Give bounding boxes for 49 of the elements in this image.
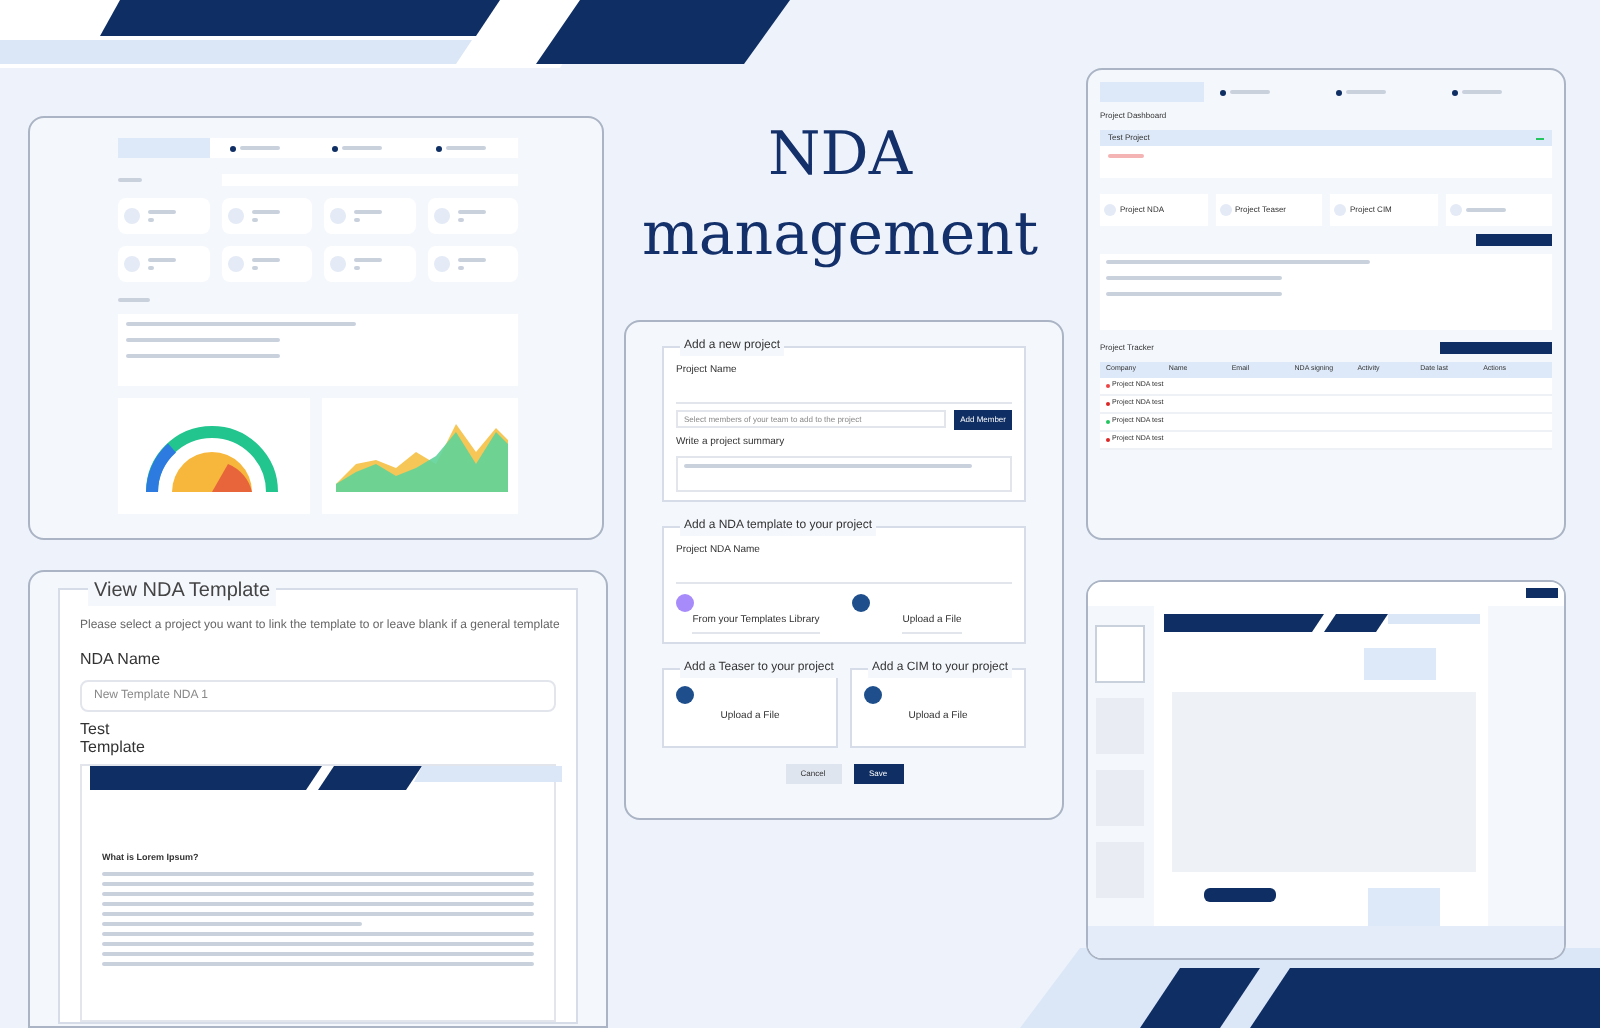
placeholder-line (251, 266, 257, 270)
placeholder-line (118, 298, 150, 302)
placeholder-line (1108, 154, 1144, 158)
document-icon (330, 256, 346, 272)
placeholder-line (354, 258, 382, 262)
fieldset-legend: View NDA Template (88, 576, 277, 606)
document-icon (433, 208, 449, 224)
document-icon (124, 256, 140, 272)
placeholder-line (457, 258, 485, 262)
placeholder-line (354, 210, 382, 214)
placeholder-line (1346, 90, 1386, 94)
placeholder-line (240, 146, 280, 150)
placeholder-line (148, 258, 176, 262)
action-button[interactable] (1440, 342, 1552, 354)
document-icon (1449, 204, 1461, 216)
field-label: Test Template (80, 720, 140, 756)
placeholder-line (148, 210, 176, 214)
document-icon (227, 256, 243, 272)
placeholder-line (342, 146, 383, 150)
document-icon (433, 256, 449, 272)
placeholder-line (118, 178, 142, 182)
placeholder-line (445, 146, 486, 150)
page-title: NDA (768, 118, 912, 194)
logo-placeholder (118, 138, 210, 158)
placeholder-line (457, 218, 463, 222)
placeholder-line (148, 266, 154, 270)
document-icon (1219, 204, 1231, 216)
placeholder-line (251, 210, 279, 214)
document-icon (124, 208, 140, 224)
document-icon (1104, 204, 1116, 216)
placeholder-line (1462, 90, 1502, 94)
placeholder-line (457, 266, 463, 270)
placeholder-line (354, 266, 360, 270)
document-icon (227, 208, 243, 224)
placeholder-line (1465, 208, 1505, 212)
placeholder-line (1230, 90, 1270, 94)
upload-icon (676, 686, 694, 704)
document-icon (1334, 204, 1346, 216)
action-button[interactable] (1476, 234, 1552, 246)
field-label: NDA Name (80, 648, 163, 672)
page-title: management (641, 198, 1039, 274)
placeholder-line (251, 218, 257, 222)
textarea-field[interactable] (676, 456, 1012, 492)
upload-icon (864, 686, 882, 704)
document-icon (330, 208, 346, 224)
placeholder-line (251, 258, 279, 262)
placeholder-line (148, 218, 154, 222)
placeholder-line (354, 218, 360, 222)
placeholder-line (457, 210, 485, 214)
